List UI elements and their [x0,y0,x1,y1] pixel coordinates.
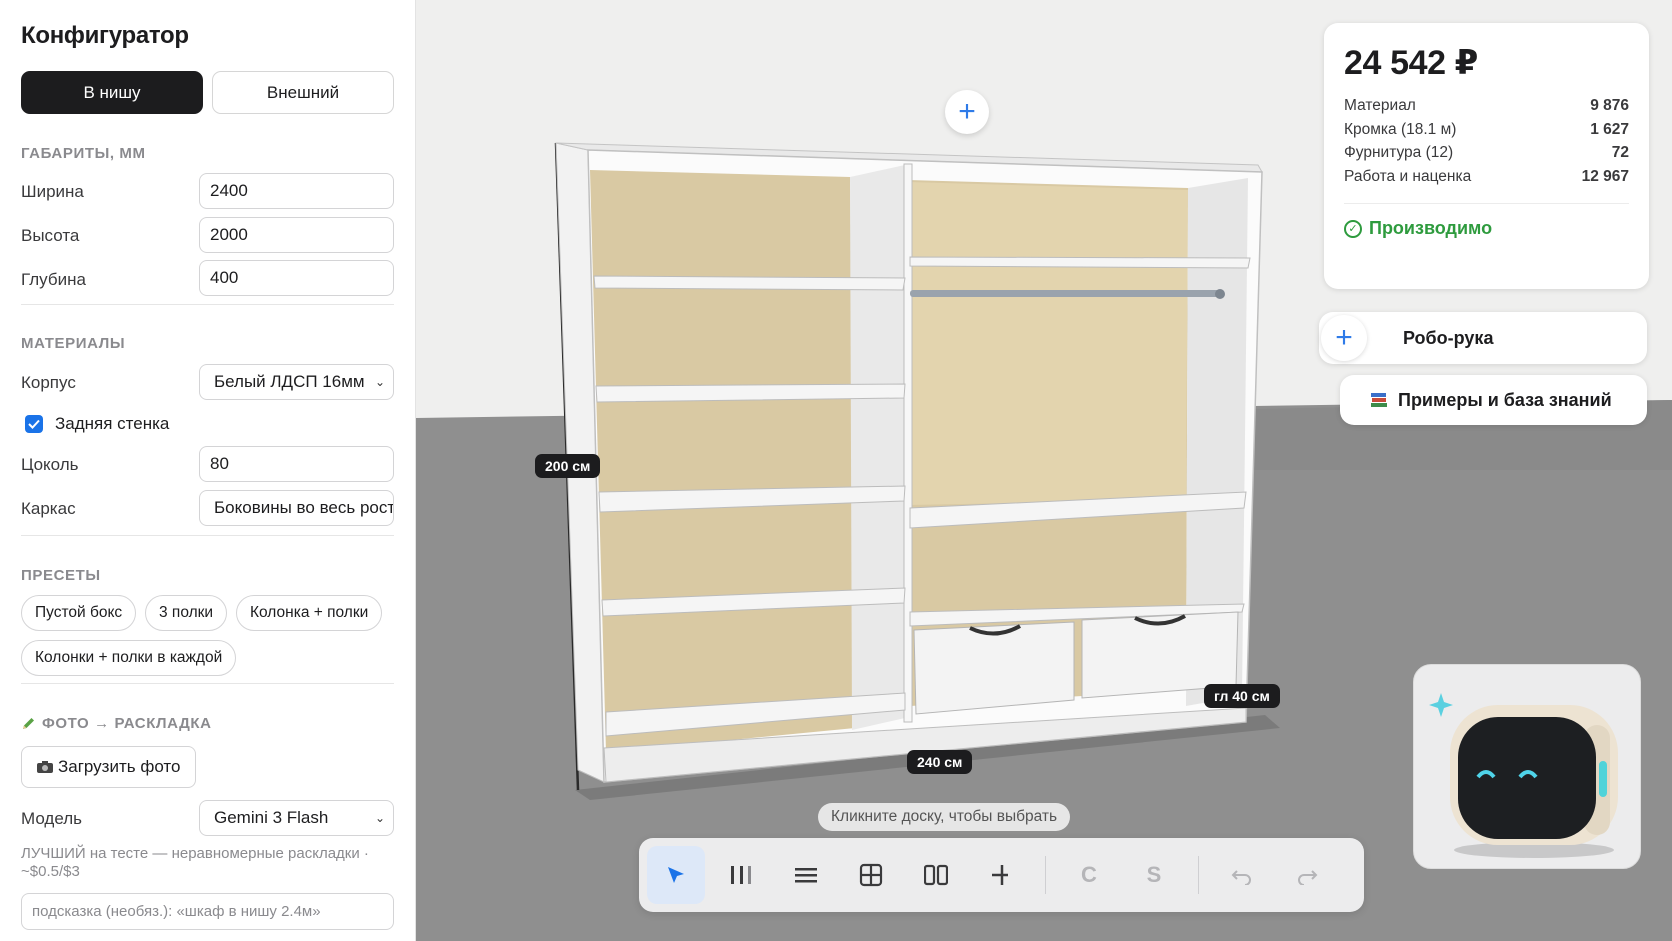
app-title: Конфигуратор [21,22,189,49]
height-input[interactable]: 2000 [199,217,394,253]
depth-dimension-badge: гл 40 см [1204,684,1280,708]
select-arrow-icon [668,867,684,883]
divider-tool[interactable] [712,846,770,904]
producible-label: Производимо [1369,218,1493,238]
pencil-icon [23,718,34,729]
check-circle-icon: ✓ [1344,219,1362,238]
depth-input[interactable]: 400 [199,260,394,296]
materials-section-label: МАТЕРИАЛЫ [21,335,126,352]
vertical-divider-icon [731,866,751,884]
price-row-value: 72 [1611,144,1629,161]
camera-icon [37,761,53,773]
body-material-select[interactable]: Белый ЛДСП 16мм ⌄ [199,364,394,400]
undo-icon [1231,870,1251,885]
model-label: Модель [21,809,83,828]
preset-three-shelves[interactable]: 3 полки [145,595,228,631]
click-hint: Кликните доску, чтобы выбрать [818,803,1071,831]
price-row-label: Работа и наценка [1344,167,1472,185]
mode-tab-niche[interactable]: В нишу [21,71,203,114]
depth-label: Глубина [21,270,86,289]
add-top-button[interactable]: + [945,90,989,134]
back-wall-label: Задняя стенка [55,414,170,433]
producible-status: ✓ Производимо [1344,218,1629,239]
prompt-input[interactable]: подсказка (необяз.): «шкаф в нишу 2.4м» [21,893,394,930]
height-dimension-badge: 200 см [535,454,601,478]
price-row-label: Кромка (18.1 м) [1344,120,1457,138]
grid-icon [859,863,883,887]
insert-icon [992,865,1008,885]
width-dimension-badge: 240 см [907,750,973,774]
body-material-value: Белый ЛДСП 16мм [214,372,365,391]
price-row-value: 1 627 [1590,120,1629,138]
checkbox-checked-icon[interactable] [25,415,43,433]
divider [1344,203,1629,204]
undo-button[interactable] [1213,846,1271,904]
robot-mascot-icon [1429,693,1618,858]
upload-photo-button[interactable]: Загрузить фото [21,746,196,788]
robo-arm-label: Робо-рука [1403,327,1494,348]
grid-tool[interactable] [842,846,900,904]
width-label: Ширина [21,182,84,201]
mode-tab-external[interactable]: Внешний [212,71,394,114]
assistant-robot-widget[interactable] [1413,664,1641,869]
plus-icon: + [1321,315,1367,361]
width-input[interactable]: 2400 [199,173,394,209]
body-label: Корпус [21,373,76,392]
model-select[interactable]: Gemini 3 Flash ⌄ [199,800,394,836]
model-hint: ЛУЧШИЙ на тесте — неравномерные раскладк… [21,845,369,880]
price-card: 24 542 ₽ Материал 9 876 Кромка (18.1 м) 1 … [1324,23,1649,289]
price-row-value: 9 876 [1590,97,1629,114]
redo-button[interactable] [1278,846,1336,904]
knowledge-base-button[interactable]: Примеры и база знаний [1340,375,1647,425]
mode-tabs: В нишу Внешний [21,71,394,114]
photo-section-header: ФОТО → РАСКЛАДКА [21,715,212,732]
back-wall-checkbox-row[interactable]: Задняя стенка [25,414,169,434]
frame-label: Каркас [21,499,76,518]
config-sidebar: Конфигуратор В нишу Внешний ГАБАРИТЫ, ММ… [0,0,416,941]
chevron-down-icon: ⌄ [374,375,385,389]
price-total: 24 542 ₽ [1344,44,1478,82]
price-row: Материал 9 876 [1344,97,1629,121]
robo-arm-button[interactable]: + Робо-рука [1319,312,1647,364]
frame-value: Боковины во весь рост [214,498,394,517]
books-icon [1371,393,1387,407]
model-value: Gemini 3 Flash [214,808,329,827]
select-tool[interactable] [647,846,705,904]
frame-select[interactable]: Боковины во весь рост [199,490,394,526]
shelf-icon [795,868,817,883]
preset-empty-box[interactable]: Пустой бокс [21,595,137,631]
save-tool[interactable]: S [1125,846,1183,904]
price-row-label: Материал [1344,97,1416,114]
preset-columns-shelves-each[interactable]: Колонки + полки в каждой [21,640,237,676]
tools-toolbar: C S [639,838,1364,912]
shelf-tool[interactable] [777,846,835,904]
price-row-label: Фурнитура (12) [1344,144,1454,161]
toolbar-separator [1198,856,1199,894]
insert-tool[interactable] [972,846,1030,904]
divider [21,304,394,305]
upload-photo-label: Загрузить фото [58,757,181,776]
redo-icon [1298,870,1318,885]
dimensions-section-label: ГАБАРИТЫ, ММ [21,145,146,162]
photo-section-label: ФОТО → РАСКЛАДКА [42,715,212,732]
divider [21,683,394,684]
preset-column-shelves[interactable]: Колонка + полки [236,595,383,631]
height-label: Высота [21,226,80,245]
columns-tool[interactable] [907,846,965,904]
divider [21,535,394,536]
price-row: Кромка (18.1 м) 1 627 [1344,121,1629,145]
price-row: Фурнитура (12) 72 [1344,144,1629,168]
price-row-value: 12 967 [1581,167,1629,185]
presets-section-label: ПРЕСЕТЫ [21,567,101,584]
toolbar-separator [1045,856,1046,894]
plinth-input[interactable]: 80 [199,446,394,482]
knowledge-base-label: Примеры и база знаний [1398,389,1612,410]
plinth-label: Цоколь [21,455,79,474]
copy-tool[interactable]: C [1060,846,1118,904]
price-breakdown: Материал 9 876 Кромка (18.1 м) 1 627 Фурни… [1344,97,1629,191]
columns-icon [924,864,948,886]
price-row: Работа и наценка 12 967 [1344,168,1629,192]
chevron-down-icon: ⌄ [374,811,385,825]
